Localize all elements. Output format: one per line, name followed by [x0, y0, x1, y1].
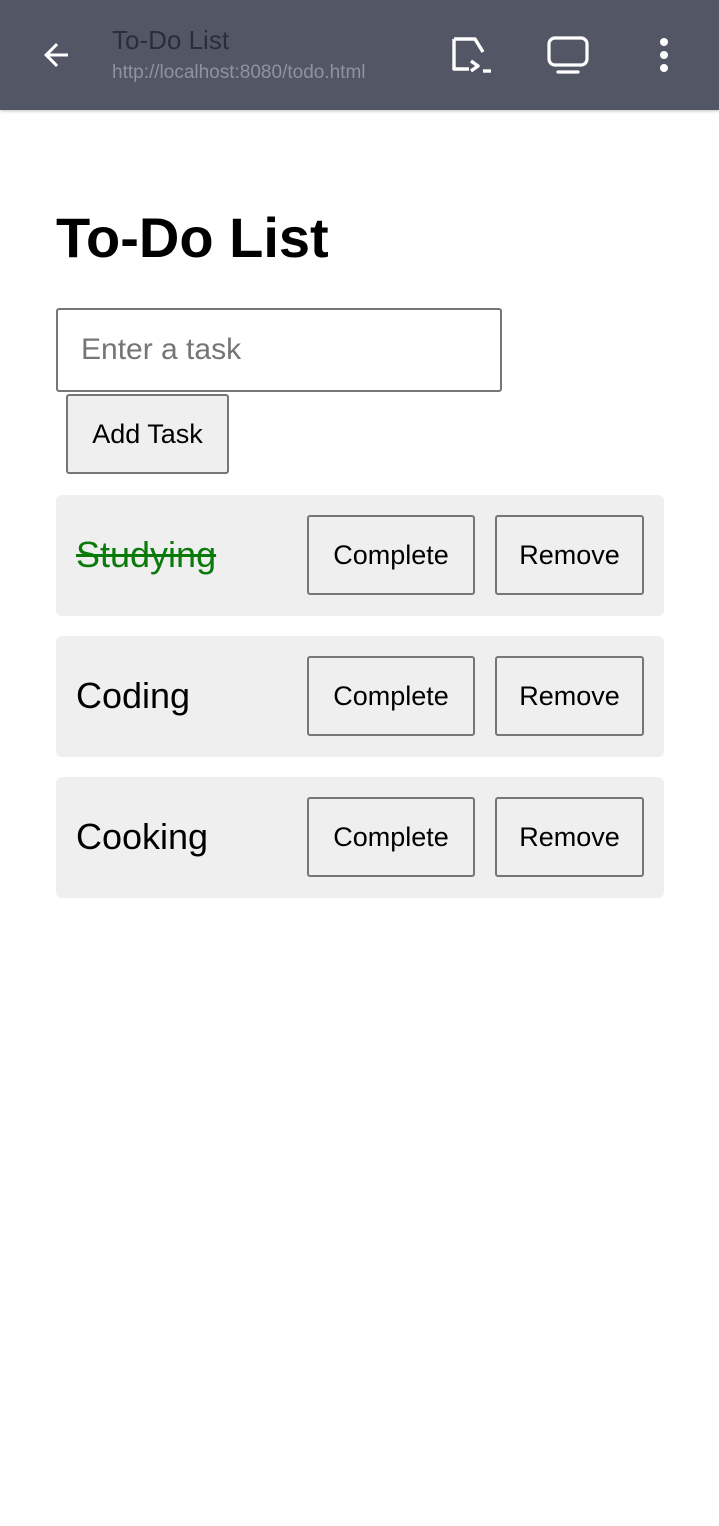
browser-app-bar: To-Do List http://localhost:8080/todo.ht…	[0, 0, 719, 110]
add-task-button[interactable]: Add Task	[66, 394, 229, 474]
task-item-cooking: Cooking Complete Remove	[56, 777, 664, 898]
more-vert-icon	[660, 38, 668, 72]
task-label: Coding	[76, 675, 191, 716]
app-bar-title: To-Do List	[112, 25, 230, 55]
task-input[interactable]	[56, 308, 502, 392]
remove-button[interactable]: Remove	[495, 515, 644, 595]
complete-button[interactable]: Complete	[307, 656, 475, 736]
desktop-mode-icon	[547, 36, 589, 74]
app-bar-url: http://localhost:8080/todo.html	[112, 62, 366, 83]
open-in-external-button[interactable]	[449, 33, 495, 77]
back-arrow-icon	[44, 43, 68, 67]
task-item-studying: Studying Complete Remove	[56, 495, 664, 616]
desktop-mode-button[interactable]	[545, 33, 591, 77]
app-bar-titles: To-Do List http://localhost:8080/todo.ht…	[112, 24, 412, 84]
remove-button[interactable]: Remove	[495, 797, 644, 877]
task-label: Studying	[76, 534, 217, 575]
complete-button[interactable]: Complete	[307, 797, 475, 877]
task-item-coding: Coding Complete Remove	[56, 636, 664, 757]
back-button[interactable]	[36, 35, 76, 75]
task-label: Cooking	[76, 816, 209, 857]
remove-button[interactable]: Remove	[495, 656, 644, 736]
page-title: To-Do List	[56, 206, 329, 269]
open-in-external-icon	[452, 37, 491, 73]
more-options-button[interactable]	[641, 33, 687, 77]
complete-button[interactable]: Complete	[307, 515, 475, 595]
